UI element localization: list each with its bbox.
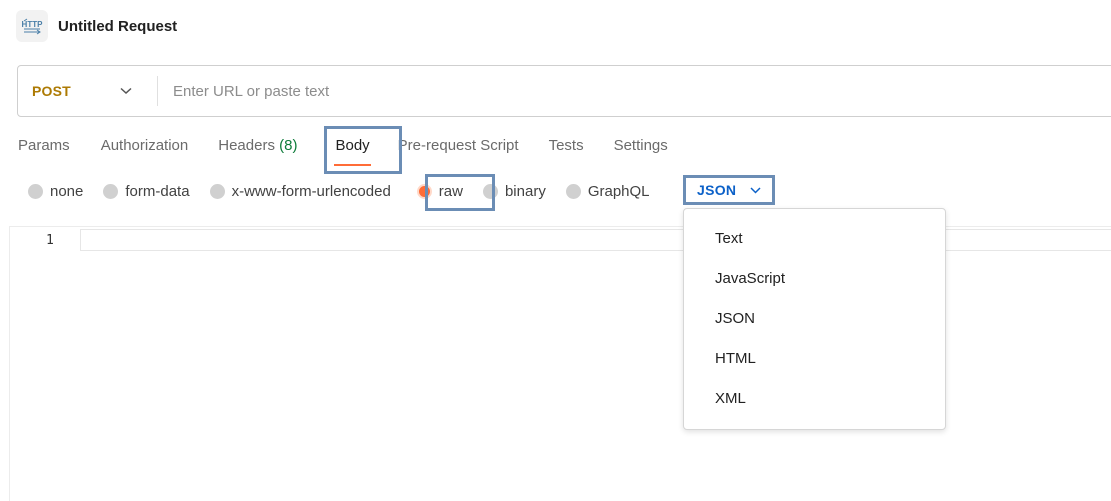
radio-selected-icon: [416, 183, 432, 199]
tab-headers-label: Headers: [218, 137, 275, 154]
radio-button-icon: [565, 183, 581, 199]
radio-none[interactable]: none: [28, 183, 83, 200]
radio-raw[interactable]: raw: [416, 182, 463, 200]
chevron-down-icon: [120, 87, 132, 95]
radio-binary-label: binary: [504, 182, 546, 200]
headers-count-badge: (8): [279, 137, 298, 154]
menu-item-text[interactable]: Text: [684, 219, 945, 259]
method-dropdown[interactable]: POST: [18, 66, 157, 116]
radio-button-icon: [28, 183, 43, 199]
menu-item-javascript[interactable]: JavaScript: [684, 259, 945, 299]
request-header: HTTP Untitled Request: [16, 10, 177, 42]
active-line-highlight: [80, 229, 1111, 251]
request-title[interactable]: Untitled Request: [58, 18, 177, 35]
radio-graphql-label: GraphQL: [587, 182, 650, 200]
radio-urlencoded[interactable]: x-www-form-urlencoded: [209, 182, 391, 200]
svg-text:HTTP: HTTP: [22, 20, 43, 29]
radio-none-label: none: [50, 182, 84, 200]
tab-headers[interactable]: Headers (8): [218, 130, 297, 164]
line-number: 1: [46, 233, 54, 248]
http-icon: HTTP: [16, 10, 48, 42]
radio-binary[interactable]: binary: [482, 182, 546, 200]
radio-urlencoded-label: x-www-form-urlencoded: [231, 182, 391, 200]
request-tabs: Params Authorization Headers (8) Body Pr…: [18, 130, 668, 166]
tab-pre-request-script[interactable]: Pre-request Script: [398, 130, 519, 164]
tab-body-label: Body: [335, 137, 370, 154]
radio-form-data[interactable]: form-data: [103, 182, 190, 200]
body-type-selector: none form-data x-www-form-urlencoded raw…: [28, 180, 670, 202]
tab-params[interactable]: Params: [18, 130, 70, 164]
url-bar: POST: [17, 65, 1111, 117]
language-label: JSON: [697, 182, 737, 198]
radio-form-data-label: form-data: [125, 182, 190, 200]
language-dropdown[interactable]: JSON: [683, 175, 775, 205]
menu-item-xml[interactable]: XML: [684, 379, 945, 419]
method-label: POST: [32, 83, 71, 99]
chevron-down-icon: [750, 186, 761, 194]
radio-button-icon: [482, 183, 498, 199]
menu-item-json[interactable]: JSON: [684, 299, 945, 339]
tab-authorization[interactable]: Authorization: [101, 130, 189, 164]
language-menu: Text JavaScript JSON HTML XML: [683, 208, 946, 430]
tab-body[interactable]: Body: [334, 130, 371, 166]
radio-raw-label: raw: [438, 182, 463, 200]
tab-tests[interactable]: Tests: [549, 130, 584, 164]
radio-graphql[interactable]: GraphQL: [565, 182, 650, 200]
radio-button-icon: [103, 183, 119, 199]
line-gutter: 1: [10, 227, 80, 501]
menu-item-html[interactable]: HTML: [684, 339, 945, 379]
active-tab-indicator: [334, 164, 371, 166]
tab-settings[interactable]: Settings: [614, 130, 668, 164]
request-editor: HTTP Untitled Request POST Params Author…: [0, 0, 1111, 501]
url-input[interactable]: [158, 66, 1111, 116]
radio-button-icon: [209, 183, 225, 199]
